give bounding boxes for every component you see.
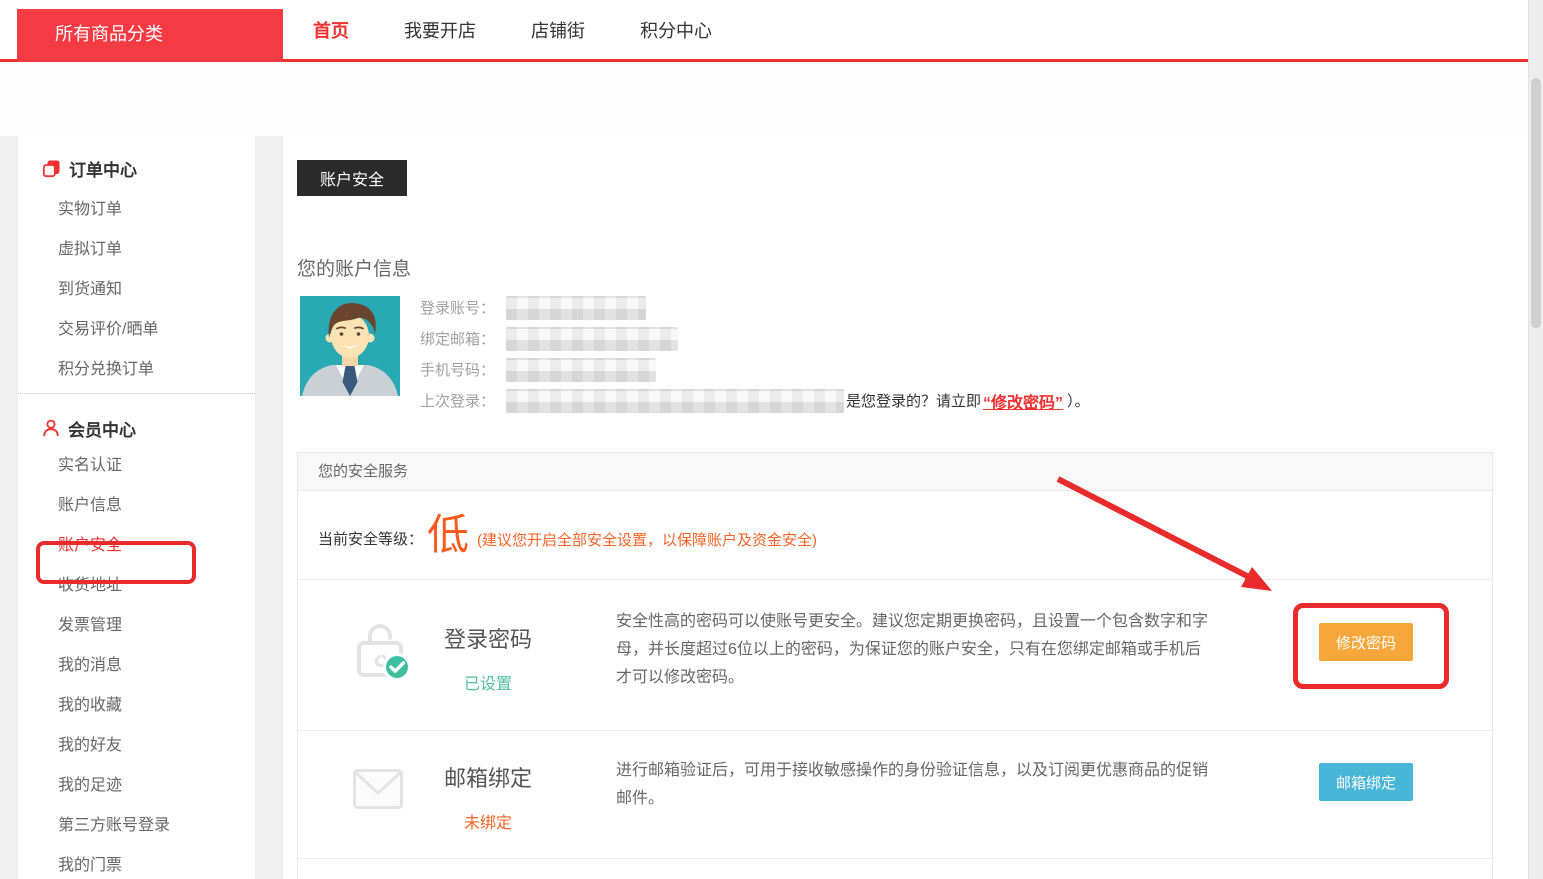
security-level-label: 当前安全等级： bbox=[318, 528, 423, 549]
sidebar-order-list: 实物订单 虚拟订单 到货通知 交易评价/晒单 积分兑换订单 bbox=[18, 190, 255, 390]
scrollbar-thumb[interactable] bbox=[1531, 78, 1541, 328]
security-level-note: (建议您开启全部安全设置，以保障账户及资金安全) bbox=[477, 529, 817, 550]
service-title: 邮箱绑定 bbox=[426, 761, 550, 793]
last-login-suffix: ）。 bbox=[1067, 390, 1090, 411]
sidebar-section-title: 订单中心 bbox=[69, 156, 137, 181]
field-label: 绑定邮箱： bbox=[420, 328, 504, 349]
service-description: 进行邮箱验证后，可用于接收敏感操作的身份验证信息，以及订阅更优惠商品的促销邮件。 bbox=[616, 757, 1216, 813]
tab-account-security[interactable]: 账户安全 bbox=[297, 160, 407, 196]
order-icon bbox=[42, 159, 61, 178]
sidebar-item-reviews[interactable]: 交易评价/晒单 bbox=[18, 310, 255, 350]
masked-value bbox=[506, 358, 656, 382]
account-info-heading: 您的账户信息 bbox=[297, 254, 411, 281]
sidebar-item-arrival-notice[interactable]: 到货通知 bbox=[18, 270, 255, 310]
sidebar-item-points-orders[interactable]: 积分兑换订单 bbox=[18, 350, 255, 390]
sidebar: 订单中心 实物订单 虚拟订单 到货通知 交易评价/晒单 积分兑换订单 会员中心 … bbox=[18, 136, 255, 879]
service-row-login-password: 登录密码 已设置 安全性高的密码可以使账号更安全。建议您定期更换密码，且设置一个… bbox=[298, 580, 1492, 731]
breadcrumb-strip: 首页 > 用户中心 > 账户安全 bbox=[0, 62, 1543, 136]
mail-icon bbox=[353, 769, 403, 809]
sidebar-member-list: 实名认证 账户信息 账户安全 收货地址 发票管理 我的消息 我的收藏 我的好友 … bbox=[18, 446, 255, 879]
sidebar-item-friends[interactable]: 我的好友 bbox=[18, 726, 255, 766]
sidebar-item-virtual-orders[interactable]: 虚拟订单 bbox=[18, 230, 255, 270]
security-level-row: 当前安全等级： 低 (建议您开启全部安全设置，以保障账户及资金安全) bbox=[298, 491, 1492, 580]
sidebar-item-footprints[interactable]: 我的足迹 bbox=[18, 766, 255, 806]
nav-home[interactable]: 首页 bbox=[313, 17, 349, 43]
all-categories-button[interactable]: 所有商品分类 bbox=[17, 9, 283, 62]
account-info-block: 登录账号： 绑定邮箱： 手机号码： 上次登录： 是您登录的？请立即 “修改密码”… bbox=[420, 292, 1090, 416]
field-label: 上次登录： bbox=[420, 390, 504, 411]
main-nav: 首页 我要开店 店铺街 积分中心 bbox=[313, 0, 712, 59]
info-line-bound-email: 绑定邮箱： bbox=[420, 323, 1090, 354]
security-services-panel: 您的安全服务 当前安全等级： 低 (建议您开启全部安全设置，以保障账户及资金安全… bbox=[297, 452, 1493, 879]
scrollbar-track bbox=[1528, 0, 1543, 879]
service-title-block: 登录密码 已设置 bbox=[426, 622, 550, 694]
sidebar-item-tickets[interactable]: 我的门票 bbox=[18, 846, 255, 879]
sidebar-item-account-info[interactable]: 账户信息 bbox=[18, 486, 255, 526]
sidebar-item-physical-orders[interactable]: 实物订单 bbox=[18, 190, 255, 230]
last-login-text: 是您登录的？请立即 bbox=[846, 390, 981, 411]
sidebar-item-account-security[interactable]: 账户安全 bbox=[18, 526, 255, 566]
sidebar-item-messages[interactable]: 我的消息 bbox=[18, 646, 255, 686]
security-level-value: 低 bbox=[427, 514, 469, 556]
service-status: 已设置 bbox=[426, 670, 550, 694]
sidebar-item-third-party-login[interactable]: 第三方账号登录 bbox=[18, 806, 255, 846]
top-header: 所有商品分类 首页 我要开店 店铺街 积分中心 bbox=[0, 0, 1543, 62]
change-password-button[interactable]: 修改密码 bbox=[1319, 623, 1413, 661]
masked-value bbox=[506, 327, 678, 351]
service-description: 安全性高的密码可以使账号更安全。建议您定期更换密码，且设置一个包含数字和字母，并… bbox=[616, 608, 1216, 692]
sidebar-item-invoice[interactable]: 发票管理 bbox=[18, 606, 255, 646]
main-panel: 账户安全 您的账户信息 登录账号： 绑定邮箱： bbox=[283, 136, 1528, 879]
masked-value bbox=[506, 389, 844, 413]
info-line-last-login: 上次登录： 是您登录的？请立即 “修改密码” ）。 bbox=[420, 385, 1090, 416]
service-status: 未绑定 bbox=[426, 809, 550, 833]
sidebar-section-title: 会员中心 bbox=[68, 416, 136, 441]
sidebar-divider bbox=[18, 393, 255, 394]
page: 所有商品分类 首页 我要开店 店铺街 积分中心 首页 > 用户中心 > 账户安全 bbox=[0, 0, 1543, 879]
security-panel-title: 您的安全服务 bbox=[298, 453, 1492, 491]
nav-shop-street[interactable]: 店铺街 bbox=[531, 17, 585, 43]
field-label: 登录账号： bbox=[420, 297, 504, 318]
sidebar-item-shipping-address[interactable]: 收货地址 bbox=[18, 566, 255, 606]
avatar bbox=[300, 296, 400, 396]
sidebar-item-favorites[interactable]: 我的收藏 bbox=[18, 686, 255, 726]
member-icon bbox=[42, 419, 60, 437]
service-title-block: 邮箱绑定 未绑定 bbox=[426, 761, 550, 833]
info-line-login-account: 登录账号： bbox=[420, 292, 1090, 323]
sidebar-section-order-center: 订单中心 bbox=[18, 156, 255, 180]
nav-points-center[interactable]: 积分中心 bbox=[640, 17, 712, 43]
field-label: 手机号码： bbox=[420, 359, 504, 380]
sidebar-item-real-name[interactable]: 实名认证 bbox=[18, 446, 255, 486]
service-title: 登录密码 bbox=[426, 622, 550, 654]
change-password-link[interactable]: “修改密码” bbox=[983, 389, 1063, 413]
nav-open-shop[interactable]: 我要开店 bbox=[404, 17, 476, 43]
masked-value bbox=[506, 296, 646, 320]
sidebar-section-member-center: 会员中心 bbox=[18, 416, 255, 440]
email-binding-button[interactable]: 邮箱绑定 bbox=[1319, 763, 1413, 801]
lock-icon bbox=[353, 620, 415, 682]
info-line-phone: 手机号码： bbox=[420, 354, 1090, 385]
service-row-email-binding: 邮箱绑定 未绑定 进行邮箱验证后，可用于接收敏感操作的身份验证信息，以及订阅更优… bbox=[298, 731, 1492, 859]
